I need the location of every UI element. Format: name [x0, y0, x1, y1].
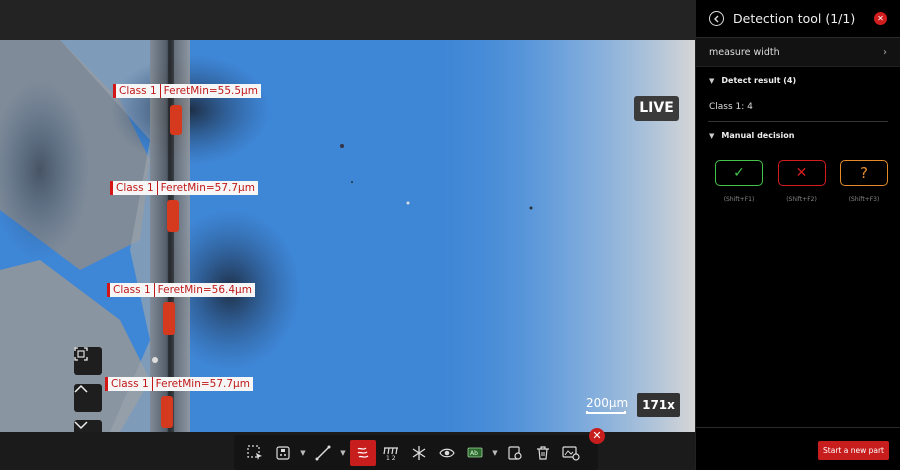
- cross-icon: ✕: [795, 165, 808, 181]
- scroll-down-button[interactable]: [74, 420, 102, 432]
- settings-button[interactable]: [502, 440, 528, 466]
- scale-bar: 200µm: [586, 396, 628, 414]
- label-dropdown[interactable]: ▼: [490, 440, 500, 466]
- detection-class: Class 1: [119, 85, 157, 97]
- detection-measure: FeretMin=57.7µm: [156, 181, 258, 195]
- svg-text:Ab: Ab: [470, 450, 478, 457]
- app-root: LIVE Class 1 FeretMin=55.5µm Class 1 Fer…: [0, 0, 900, 470]
- detection-panel: Detection tool (1/1) ✕ measure width › ▼…: [695, 0, 900, 470]
- chevron-left-icon: [714, 15, 719, 22]
- measure-width-label: measure width: [709, 46, 780, 58]
- scale-bar-label: 200µm: [586, 396, 629, 410]
- decision-shortcuts: (Shift+F1) (Shift+F2) (Shift+F3): [715, 196, 888, 203]
- check-icon: ✓: [733, 165, 745, 181]
- zoom-level: 171x: [637, 393, 680, 417]
- ok-button[interactable]: ✓: [715, 160, 763, 186]
- back-button[interactable]: [709, 11, 724, 26]
- tool-bar: ▼ ▼ 1 2 Ab ▼: [234, 435, 598, 470]
- stamp-button[interactable]: [270, 440, 296, 466]
- image-settings-button[interactable]: [558, 440, 584, 466]
- select-region-icon: [247, 444, 262, 460]
- close-icon: ✕: [877, 14, 884, 23]
- unknown-button[interactable]: ?: [840, 160, 888, 186]
- detection-measure: FeretMin=56.4µm: [153, 283, 255, 297]
- freeze-icon: [412, 445, 426, 460]
- manual-decision-label: Manual decision: [721, 131, 795, 140]
- chevron-down-icon: ▼: [709, 131, 715, 140]
- fit-screen-button[interactable]: [74, 347, 102, 375]
- detection-measure: FeretMin=55.5µm: [159, 84, 261, 98]
- stamp-dropdown[interactable]: ▼: [298, 440, 308, 466]
- detect-result-header[interactable]: ▼ Detect result (4): [696, 67, 900, 94]
- question-icon: ?: [860, 164, 868, 182]
- panel-close-button[interactable]: ✕: [874, 12, 887, 25]
- delete-button[interactable]: [530, 440, 556, 466]
- class-count: Class 1: 4: [709, 102, 753, 112]
- panel-header: Detection tool (1/1) ✕: [696, 0, 900, 38]
- measure-width-row[interactable]: measure width ›: [696, 38, 900, 67]
- select-region-button[interactable]: [242, 440, 268, 466]
- detection-tool-button[interactable]: [350, 439, 376, 466]
- image-settings-icon: [562, 445, 580, 461]
- count-icon: 1 2: [383, 446, 398, 461]
- image-background: [0, 40, 695, 432]
- detection-class: Class 1: [116, 182, 154, 194]
- shortcut-ng: (Shift+F2): [786, 196, 817, 203]
- line-measure-dropdown[interactable]: ▼: [338, 440, 348, 466]
- detection-class: Class 1: [113, 284, 151, 296]
- settings-icon: [508, 445, 522, 460]
- ng-button[interactable]: ✕: [777, 160, 826, 186]
- panel-title: Detection tool (1/1): [733, 11, 856, 26]
- close-icon: ✕: [592, 429, 602, 442]
- chevron-right-icon: ›: [883, 46, 887, 58]
- label-button[interactable]: Ab: [462, 440, 488, 466]
- detection-label[interactable]: Class 1 FeretMin=57.7µm: [105, 377, 253, 391]
- delete-icon: [537, 445, 549, 460]
- scale-bar-line: [586, 411, 626, 414]
- decision-buttons: ✓ ✕ ?: [715, 160, 888, 186]
- chevron-down-icon: [74, 421, 88, 430]
- scroll-up-button[interactable]: [74, 384, 102, 412]
- detection-class: Class 1: [111, 378, 149, 390]
- detection-label[interactable]: Class 1 FeretMin=55.5µm: [113, 84, 261, 98]
- panel-footer-divider: [696, 427, 900, 428]
- view-button[interactable]: [434, 440, 460, 466]
- live-badge: LIVE: [634, 96, 679, 121]
- line-measure-button[interactable]: [310, 440, 336, 466]
- line-measure-icon: [315, 445, 331, 460]
- svg-text:1 2: 1 2: [386, 455, 396, 461]
- microscope-image[interactable]: LIVE Class 1 FeretMin=55.5µm Class 1 Fer…: [0, 40, 695, 432]
- manual-decision-header[interactable]: ▼ Manual decision: [696, 122, 900, 149]
- freeze-button[interactable]: [406, 440, 432, 466]
- detection-label[interactable]: Class 1 FeretMin=57.7µm: [110, 181, 258, 195]
- count-button[interactable]: 1 2: [378, 440, 404, 466]
- chevron-down-icon: ▼: [709, 76, 715, 85]
- detection-icon: [357, 447, 369, 458]
- detect-result-label: Detect result (4): [721, 76, 797, 85]
- stamp-icon: [276, 445, 290, 460]
- fit-screen-icon: [74, 347, 88, 361]
- chevron-up-icon: [74, 384, 88, 393]
- shortcut-ok: (Shift+F1): [723, 196, 755, 203]
- detection-label[interactable]: Class 1 FeretMin=56.4µm: [107, 283, 255, 297]
- start-new-part-button[interactable]: Start a new part: [818, 441, 889, 460]
- toolbar-close-button[interactable]: ✕: [589, 428, 605, 444]
- view-icon: [439, 448, 455, 457]
- shortcut-unknown: (Shift+F3): [848, 196, 880, 203]
- label-icon: Ab: [467, 447, 483, 457]
- viewer-top-bar: [0, 0, 695, 40]
- detection-measure: FeretMin=57.7µm: [151, 377, 253, 391]
